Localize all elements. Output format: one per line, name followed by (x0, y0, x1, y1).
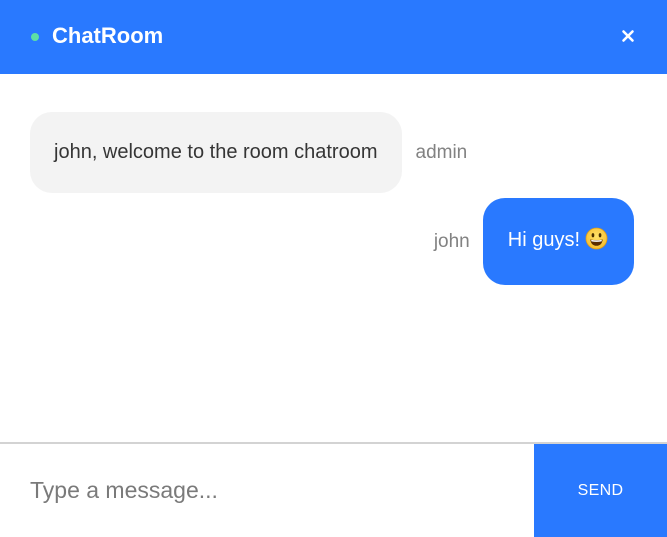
close-icon (622, 30, 634, 42)
online-status-indicator (31, 33, 39, 41)
message-text: Hi guys! (507, 229, 580, 251)
chat-window: ChatRoom john, welcome to the room chatr… (0, 0, 667, 537)
message-composer: SEND (0, 442, 667, 537)
message-text: john, welcome to the room chatroom (54, 141, 378, 163)
message-sender: admin (415, 141, 468, 163)
room-title: ChatRoom (52, 23, 164, 48)
message-row-incoming: john, welcome to the room chatroom admin (30, 112, 467, 193)
message-bubble: john, welcome to the room chatroom (30, 112, 402, 193)
message-sender: john (433, 230, 470, 252)
close-button[interactable] (614, 22, 642, 50)
grinning-face-emoji-icon (585, 227, 608, 256)
message-list[interactable]: john, welcome to the room chatroom admin… (0, 74, 667, 442)
message-row-outgoing: john Hi guys! (434, 198, 634, 285)
send-button[interactable]: SEND (534, 444, 667, 537)
chat-header: ChatRoom (0, 0, 667, 74)
message-bubble-own: Hi guys! (482, 198, 634, 285)
message-input[interactable] (0, 444, 534, 537)
